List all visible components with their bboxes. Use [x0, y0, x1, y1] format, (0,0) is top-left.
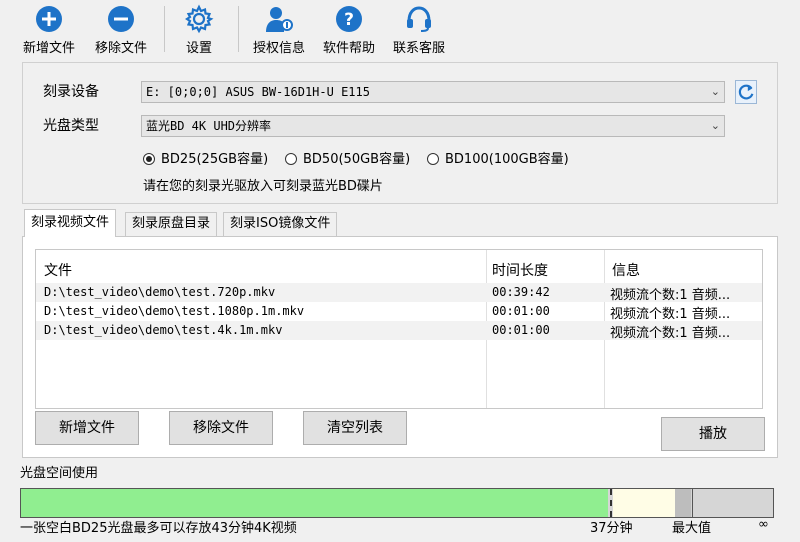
help-toolbar-button[interactable]: ? 软件帮助 [316, 2, 382, 56]
disc-usage-label: 光盘空间使用 [20, 466, 99, 481]
tab-burn-video[interactable]: 刻录视频文件 [24, 209, 117, 237]
row-duration: 00:01:00 [492, 304, 550, 318]
license-toolbar-button[interactable]: 授权信息 [246, 2, 312, 56]
remove-file-button[interactable]: 移除文件 [169, 411, 273, 445]
add-file-toolbar-label: 新增文件 [22, 41, 75, 56]
play-button[interactable]: 播放 [661, 417, 765, 451]
radio-bd25[interactable]: BD25(25GB容量) [143, 148, 268, 167]
row-info: 视频流个数:1 音频... [610, 307, 731, 322]
disc-type-label: 光盘类型 [43, 118, 99, 134]
toolbar: 新增文件 移除文件 设置 授权信息 ? 软件帮助 联系客服 [0, 0, 800, 58]
row-info: 视频流个数:1 音频... [610, 326, 731, 341]
radio-dot [427, 153, 439, 165]
chevron-down-icon: ⌄ [710, 119, 720, 132]
row-file-path: D:\test_video\demo\test.720p.mkv [44, 285, 276, 299]
headset-icon [407, 6, 431, 32]
add-file-button[interactable]: 新增文件 [35, 411, 139, 445]
settings-toolbar-label: 设置 [185, 41, 212, 56]
remove-file-toolbar-button[interactable]: 移除文件 [88, 2, 154, 56]
toolbar-separator [164, 6, 165, 52]
column-header-duration[interactable]: 时间长度 [492, 260, 548, 280]
disc-usage-marker [610, 489, 612, 517]
svg-text:?: ? [344, 10, 354, 30]
disc-usage-bar [20, 488, 774, 518]
device-label: 刻录设备 [43, 84, 99, 100]
file-list[interactable]: 文件 时间长度 信息 D:\test_video\demo\test.720p.… [35, 249, 763, 409]
disc-usage-remaining [613, 489, 675, 517]
minus-circle-icon [108, 6, 134, 32]
license-toolbar-label: 授权信息 [252, 41, 305, 56]
clear-list-button[interactable]: 清空列表 [303, 411, 407, 445]
row-info: 视频流个数:1 音频... [610, 288, 731, 303]
disc-usage-fill [21, 489, 608, 517]
radio-dot-selected [143, 153, 155, 165]
toolbar-separator [238, 6, 239, 52]
remove-file-toolbar-label: 移除文件 [94, 41, 147, 56]
disc-usage-marker-label: 37分钟 [590, 521, 633, 536]
radio-bd100-label: BD100(100GB容量) [445, 152, 569, 167]
radio-bd50[interactable]: BD50(50GB容量) [285, 148, 410, 167]
disc-usage-reserve [675, 489, 691, 517]
row-duration: 00:39:42 [492, 285, 550, 299]
disc-usage-max-label: 最大值 [672, 521, 712, 536]
row-duration: 00:01:00 [492, 323, 550, 337]
settings-toolbar-button[interactable]: 设置 [172, 2, 226, 56]
plus-circle-icon [36, 6, 62, 32]
burn-video-panel: 文件 时间长度 信息 D:\test_video\demo\test.720p.… [22, 236, 778, 458]
radio-bd50-label: BD50(50GB容量) [303, 152, 411, 167]
radio-bd100[interactable]: BD100(100GB容量) [427, 148, 569, 167]
column-header-file[interactable]: 文件 [44, 260, 72, 280]
support-toolbar-button[interactable]: 联系客服 [386, 2, 452, 56]
column-header-info[interactable]: 信息 [612, 260, 640, 280]
disc-usage-max-line [692, 489, 693, 517]
device-select-value: E: [0;0;0] ASUS BW-16D1H-U E115 [146, 85, 370, 99]
device-panel: 刻录设备 E: [0;0;0] ASUS BW-16D1H-U E115 ⌄ 光… [22, 62, 778, 204]
radio-dot [285, 153, 297, 165]
user-key-icon [266, 7, 293, 32]
add-file-toolbar-button[interactable]: 新增文件 [16, 2, 82, 56]
question-circle-icon: ? [336, 6, 362, 32]
gear-icon [185, 4, 214, 34]
tab-burn-disc-folder[interactable]: 刻录原盘目录 [125, 212, 218, 236]
table-row[interactable]: D:\test_video\demo\test.4k.1m.mkv 00:01:… [36, 321, 762, 341]
disc-type-select-value: 蓝光BD 4K UHD分辨率 [146, 119, 272, 133]
disc-type-select[interactable]: 蓝光BD 4K UHD分辨率 ⌄ [141, 115, 725, 137]
row-file-path: D:\test_video\demo\test.4k.1m.mkv [44, 323, 283, 337]
file-list-header: 文件 时间长度 信息 [36, 250, 762, 280]
insert-disc-hint: 请在您的刻录光驱放入可刻录蓝光BD碟片 [143, 179, 383, 194]
disc-usage-infinity-label: ∞ [758, 517, 769, 532]
chevron-down-icon: ⌄ [710, 85, 720, 98]
disc-usage-summary: 一张空白BD25光盘最多可以存放43分钟4K视频 [20, 521, 297, 536]
table-row[interactable]: D:\test_video\demo\test.1080p.1m.mkv 00:… [36, 302, 762, 322]
device-select[interactable]: E: [0;0;0] ASUS BW-16D1H-U E115 ⌄ [141, 81, 725, 103]
radio-bd25-label: BD25(25GB容量) [161, 152, 269, 167]
refresh-icon [738, 84, 754, 100]
row-file-path: D:\test_video\demo\test.1080p.1m.mkv [44, 304, 305, 318]
tab-burn-iso[interactable]: 刻录ISO镜像文件 [223, 212, 338, 236]
refresh-button[interactable] [735, 80, 757, 104]
support-toolbar-label: 联系客服 [392, 41, 445, 56]
help-toolbar-label: 软件帮助 [322, 41, 375, 56]
table-row[interactable]: D:\test_video\demo\test.720p.mkv 00:39:4… [36, 283, 762, 303]
